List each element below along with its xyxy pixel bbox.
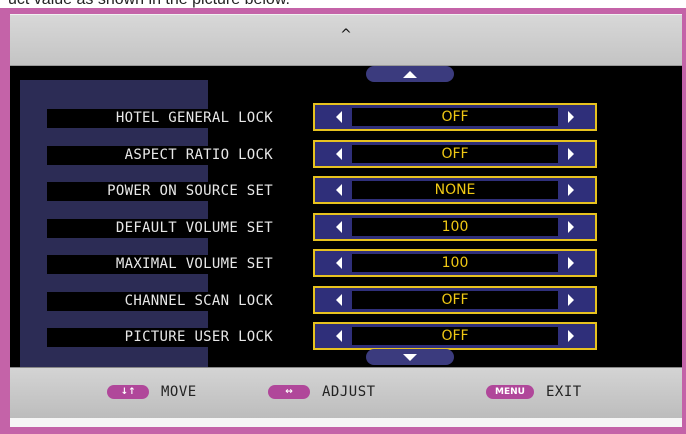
arrow-left-icon (336, 111, 342, 123)
decrease-button[interactable] (326, 254, 352, 272)
menu-row-value: OFF (441, 292, 469, 308)
arrow-left-icon (336, 184, 342, 196)
menu-key-icon: MENU (486, 385, 534, 399)
value-track: NONE (326, 181, 584, 199)
arrow-left-icon (336, 330, 342, 342)
arrow-right-icon (568, 184, 574, 196)
menu-row[interactable]: ASPECT RATIO LOCK OFF (10, 140, 682, 170)
menu-row[interactable]: CHANNEL SCAN LOCK OFF (10, 286, 682, 316)
top-bar: ^ (10, 15, 682, 66)
arrow-right-icon (568, 111, 574, 123)
decrease-button[interactable] (326, 327, 352, 345)
menu-row-value-box[interactable]: OFF (313, 140, 597, 168)
exit-hint: MENU EXIT (486, 384, 582, 400)
increase-button[interactable] (558, 218, 584, 236)
menu-row-value: OFF (441, 109, 469, 125)
arrow-right-icon (568, 294, 574, 306)
decrease-button[interactable] (326, 291, 352, 309)
menu-row[interactable]: HOTEL GENERAL LOCK OFF (10, 103, 682, 133)
osd-screen: ^ HOTEL GENERAL LOCK OFF ASPECT RATIO LOCK… (10, 14, 682, 427)
menu-row-value: 100 (441, 255, 469, 271)
adjust-hint: ↔ ADJUST (268, 384, 376, 400)
menu-row[interactable]: MAXIMAL VOLUME SET 100 (10, 249, 682, 279)
move-hint: ↓↑ MOVE (107, 384, 197, 400)
increase-button[interactable] (558, 108, 584, 126)
value-track: OFF (326, 108, 584, 126)
increase-button[interactable] (558, 327, 584, 345)
value-track: 100 (326, 254, 584, 272)
tv-frame: ^ HOTEL GENERAL LOCK OFF ASPECT RATIO LOCK… (0, 8, 686, 434)
increase-button[interactable] (558, 181, 584, 199)
increase-button[interactable] (558, 254, 584, 272)
menu-row-value: NONE (434, 182, 476, 198)
menu-row-value: OFF (441, 146, 469, 162)
menu-row-value-box[interactable]: OFF (313, 286, 597, 314)
value-track: OFF (326, 291, 584, 309)
move-label: MOVE (161, 384, 197, 400)
hint-bar: ↓↑ MOVE ↔ ADJUST MENU EXIT (10, 367, 682, 419)
menu-row-value-box[interactable]: 100 (313, 213, 597, 241)
adjust-label: ADJUST (322, 384, 376, 400)
adjust-key-icon: ↔ (268, 385, 310, 399)
menu-row-value: OFF (441, 328, 469, 344)
bottom-edge (10, 418, 682, 427)
arrow-right-icon (568, 330, 574, 342)
menu-row-value-box[interactable]: OFF (313, 322, 597, 350)
arrow-left-icon (336, 221, 342, 233)
increase-button[interactable] (558, 145, 584, 163)
caret-up-icon: ^ (340, 27, 352, 43)
scroll-up-button[interactable] (366, 66, 454, 82)
menu-row-label: POWER ON SOURCE SET (47, 182, 280, 201)
menu-row[interactable]: PICTURE USER LOCK OFF (10, 322, 682, 352)
menu-row-value: 100 (441, 219, 469, 235)
menu-row-label: CHANNEL SCAN LOCK (47, 292, 280, 311)
decrease-button[interactable] (326, 145, 352, 163)
value-track: OFF (326, 327, 584, 345)
menu-row[interactable]: DEFAULT VOLUME SET 100 (10, 213, 682, 243)
exit-label: EXIT (546, 384, 582, 400)
arrow-right-icon (568, 221, 574, 233)
scroll-down-button[interactable] (366, 349, 454, 365)
triangle-down-icon (403, 353, 417, 361)
arrow-left-icon (336, 257, 342, 269)
value-track: OFF (326, 145, 584, 163)
menu-row-label: HOTEL GENERAL LOCK (47, 109, 280, 128)
decrease-button[interactable] (326, 108, 352, 126)
menu-row-label: ASPECT RATIO LOCK (47, 146, 280, 165)
value-track: 100 (326, 218, 584, 236)
increase-button[interactable] (558, 291, 584, 309)
arrow-right-icon (568, 148, 574, 160)
menu-row-label: DEFAULT VOLUME SET (47, 219, 280, 238)
decrease-button[interactable] (326, 181, 352, 199)
triangle-up-icon (403, 70, 417, 78)
menu-row[interactable]: POWER ON SOURCE SET NONE (10, 176, 682, 206)
arrow-left-icon (336, 294, 342, 306)
menu-row-value-box[interactable]: 100 (313, 249, 597, 277)
menu-panel: HOTEL GENERAL LOCK OFF ASPECT RATIO LOCK OF… (10, 66, 682, 367)
arrow-right-icon (568, 257, 574, 269)
menu-row-label: MAXIMAL VOLUME SET (47, 255, 280, 274)
menu-row-label: PICTURE USER LOCK (47, 328, 280, 347)
decrease-button[interactable] (326, 218, 352, 236)
menu-row-value-box[interactable]: OFF (313, 103, 597, 131)
menu-row-value-box[interactable]: NONE (313, 176, 597, 204)
move-key-icon: ↓↑ (107, 385, 149, 399)
arrow-left-icon (336, 148, 342, 160)
